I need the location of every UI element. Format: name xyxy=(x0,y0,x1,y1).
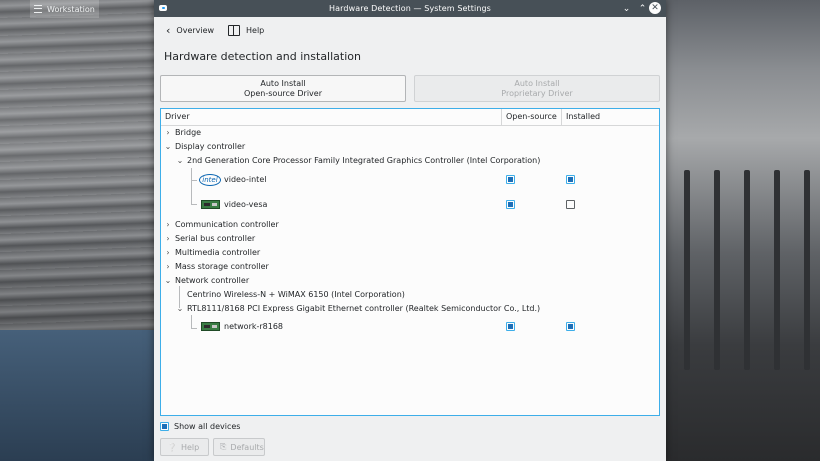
help-icon: ❔ xyxy=(167,442,177,452)
desktop-wallpaper-left xyxy=(0,0,154,461)
expand-arrow-icon[interactable]: › xyxy=(164,218,172,232)
oss-button-line1: Auto Install xyxy=(260,78,306,88)
desktop-wallpaper-right xyxy=(666,0,820,461)
window-titlebar[interactable]: Hardware Detection — System Settings ⌄ ⌃… xyxy=(154,0,666,17)
collapse-arrow-icon[interactable]: ⌄ xyxy=(164,140,172,154)
expand-arrow-icon[interactable]: › xyxy=(164,260,172,274)
menu-icon xyxy=(34,5,42,13)
wallpaper-railing-post xyxy=(684,170,690,370)
installed-checkbox[interactable] xyxy=(566,200,575,209)
tree-row-label: Centrino Wireless-N + WiMAX 6150 (Intel … xyxy=(187,290,405,299)
tree-row-video-intel[interactable]: intel video-intel xyxy=(161,173,659,187)
close-button[interactable]: ✕ xyxy=(649,2,661,14)
tree-row-label: Communication controller xyxy=(175,220,279,229)
workstation-label: Workstation xyxy=(47,4,95,14)
show-all-devices-toggle[interactable]: Show all devices xyxy=(160,422,240,431)
maximize-button[interactable]: ⌃ xyxy=(636,2,649,15)
open-source-checkbox[interactable] xyxy=(506,322,515,331)
system-settings-window: Hardware Detection — System Settings ⌄ ⌃… xyxy=(154,0,666,461)
tree-row-realtek-ethernet[interactable]: ⌄ RTL8111/8168 PCI Express Gigabit Ether… xyxy=(161,302,659,316)
tree-row-label: Serial bus controller xyxy=(175,234,256,243)
auto-install-open-source-button[interactable]: Auto Install Open-source Driver xyxy=(160,75,406,102)
installed-checkbox[interactable] xyxy=(566,322,575,331)
tree-row-label: Multimedia controller xyxy=(175,248,261,257)
overview-button[interactable]: ‹ Overview xyxy=(166,20,214,40)
tree-row-communication-controller[interactable]: › Communication controller xyxy=(161,218,659,232)
collapse-arrow-icon[interactable]: ⌄ xyxy=(176,302,184,316)
expand-arrow-icon[interactable]: › xyxy=(164,232,172,246)
column-header-driver[interactable]: Driver xyxy=(161,109,502,125)
tree-row-video-vesa[interactable]: video-vesa xyxy=(161,198,659,212)
driver-name: network-r8168 xyxy=(224,322,284,331)
tree-row-bridge[interactable]: › Bridge xyxy=(161,126,659,140)
tree-row-serial-bus-controller[interactable]: › Serial bus controller xyxy=(161,232,659,246)
help-book-icon xyxy=(228,24,240,36)
network-card-icon xyxy=(201,322,220,331)
wallpaper-railing-post xyxy=(804,170,810,370)
installed-checkbox[interactable] xyxy=(566,175,575,184)
collapse-arrow-icon[interactable]: ⌄ xyxy=(164,274,172,288)
tree-row-display-controller[interactable]: ⌄ Display controller xyxy=(161,140,659,154)
tree-row-multimedia-controller[interactable]: › Multimedia controller xyxy=(161,246,659,260)
show-all-devices-checkbox[interactable] xyxy=(160,422,169,431)
tree-row-network-controller[interactable]: ⌄ Network controller xyxy=(161,274,659,288)
page-title: Hardware detection and installation xyxy=(164,50,361,63)
open-source-checkbox[interactable] xyxy=(506,200,515,209)
toolbar: ‹ Overview Help xyxy=(154,17,666,41)
driver-name: video-vesa xyxy=(224,200,268,209)
wallpaper-water xyxy=(0,330,154,461)
wallpaper-railing-post xyxy=(774,170,780,370)
tree-row-centrino-wireless[interactable]: Centrino Wireless-N + WiMAX 6150 (Intel … xyxy=(161,288,659,302)
help-toolbar-button[interactable]: Help xyxy=(228,20,264,40)
show-all-devices-label: Show all devices xyxy=(174,422,241,431)
driver-tree-table[interactable]: Driver Open-source Installed › Bridge ⌄ … xyxy=(160,108,660,416)
app-icon xyxy=(159,5,167,11)
minimize-button[interactable]: ⌄ xyxy=(620,2,633,15)
expand-arrow-icon[interactable]: › xyxy=(164,126,172,140)
expand-arrow-icon[interactable]: › xyxy=(164,246,172,260)
graphics-card-icon xyxy=(201,200,220,209)
overview-label: Overview xyxy=(176,25,215,35)
wallpaper-railing-post xyxy=(714,170,720,370)
tree-row-intel-graphics[interactable]: ⌄ 2nd Generation Core Processor Family I… xyxy=(161,154,659,168)
wallpaper-railing-post xyxy=(744,170,750,370)
workstation-task-button[interactable]: Workstation xyxy=(30,0,99,18)
help-label: Help xyxy=(246,25,265,35)
defaults-icon: ⎘ xyxy=(220,442,227,451)
defaults-button-label: Defaults xyxy=(230,442,264,452)
driver-name: video-intel xyxy=(224,175,267,184)
intel-logo-icon: intel xyxy=(199,174,221,186)
back-arrow-icon: ‹ xyxy=(166,23,171,37)
tree-row-label: Network controller xyxy=(175,276,250,285)
collapse-arrow-icon[interactable]: ⌄ xyxy=(176,154,184,168)
prop-button-line1: Auto Install xyxy=(514,78,560,88)
auto-install-proprietary-button[interactable]: Auto Install Proprietary Driver xyxy=(414,75,660,102)
open-source-checkbox[interactable] xyxy=(506,175,515,184)
tree-row-label: Display controller xyxy=(175,142,246,151)
tree-row-label: Bridge xyxy=(175,128,202,137)
column-header-installed[interactable]: Installed xyxy=(562,109,659,125)
help-button-label: Help xyxy=(180,442,200,452)
help-button[interactable]: ❔ Help xyxy=(160,438,209,456)
prop-button-line2: Proprietary Driver xyxy=(501,88,573,98)
column-header-open-source[interactable]: Open-source xyxy=(502,109,562,125)
tree-row-label: Mass storage controller xyxy=(175,262,269,271)
tree-row-label: 2nd Generation Core Processor Family Int… xyxy=(187,156,541,165)
defaults-button[interactable]: ⎘ Defaults xyxy=(213,438,265,456)
oss-button-line2: Open-source Driver xyxy=(244,88,322,98)
tree-row-label: RTL8111/8168 PCI Express Gigabit Etherne… xyxy=(187,304,541,313)
table-header: Driver Open-source Installed xyxy=(161,109,659,126)
tree-row-mass-storage-controller[interactable]: › Mass storage controller xyxy=(161,260,659,274)
window-title: Hardware Detection — System Settings xyxy=(329,4,491,13)
tree-row-network-r8168[interactable]: network-r8168 xyxy=(161,320,659,334)
